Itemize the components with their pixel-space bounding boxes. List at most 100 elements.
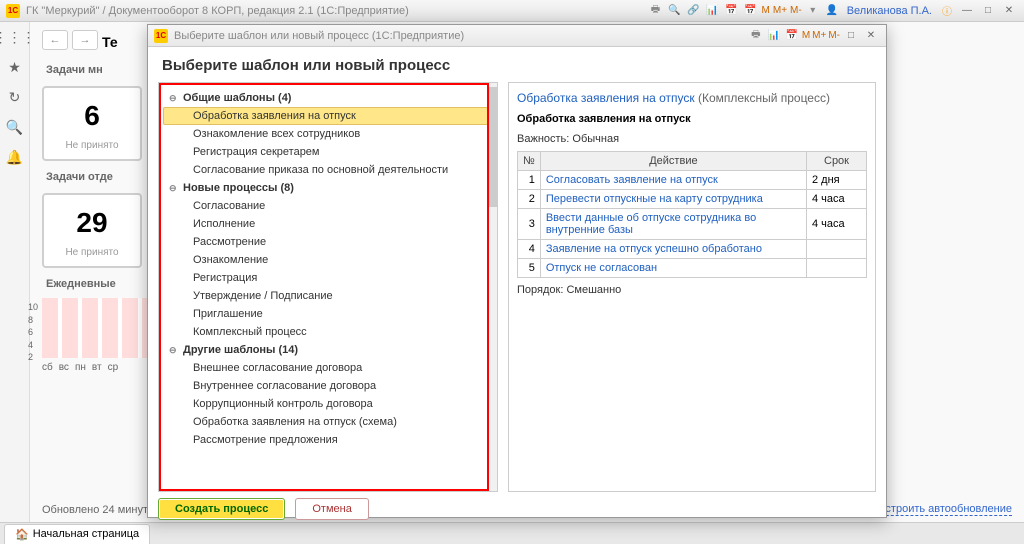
cell-action-link[interactable]: Отпуск не согласован: [540, 259, 806, 278]
minimize-button[interactable]: —: [958, 4, 976, 18]
col-deadline: Срок: [807, 152, 867, 171]
tree-item[interactable]: Внутреннее согласование договора: [163, 377, 493, 395]
collapse-icon: ⊖: [169, 345, 179, 356]
close-button[interactable]: ✕: [1000, 4, 1018, 18]
print-icon[interactable]: 🖶: [648, 3, 664, 19]
template-tree[interactable]: ⊖Общие шаблоны (4)Обработка заявления на…: [159, 83, 497, 491]
cell-deadline: 4 часа: [807, 209, 867, 240]
detail-title-link[interactable]: Обработка заявления на отпуск: [517, 91, 695, 105]
widget1-num: 6: [50, 94, 134, 138]
tree-item[interactable]: Согласование приказа по основной деятель…: [163, 161, 493, 179]
template-picker-dialog: 1C Выберите шаблон или новый процесс (1С…: [147, 24, 887, 518]
cell-deadline: 2 дня: [807, 171, 867, 190]
dialog-zoom-mm[interactable]: M-: [828, 30, 840, 41]
tree-item[interactable]: Рассмотрение предложения: [163, 431, 493, 449]
cell-action-link[interactable]: Ввести данные об отпуске сотрудника во в…: [540, 209, 806, 240]
tree-item[interactable]: Исполнение: [163, 215, 493, 233]
cell-num: 3: [518, 209, 541, 240]
collapse-icon: ⊖: [169, 183, 179, 194]
create-process-button[interactable]: Создать процесс: [158, 498, 285, 520]
zoom-mp[interactable]: M+: [773, 5, 787, 16]
tree-item[interactable]: Регистрация: [163, 269, 493, 287]
col-num: №: [518, 152, 541, 171]
dialog-zoom-m[interactable]: M: [802, 30, 810, 41]
tree-item[interactable]: Ознакомление всех сотрудников: [163, 125, 493, 143]
star-icon[interactable]: ★: [6, 58, 24, 76]
tree-item[interactable]: Рассмотрение: [163, 233, 493, 251]
history-icon[interactable]: ↻: [6, 88, 24, 106]
widget-tasks-mine[interactable]: 6 Не принято: [42, 86, 142, 161]
tree-item[interactable]: Обработка заявления на отпуск: [163, 107, 493, 125]
tree-item[interactable]: Комплексный процесс: [163, 323, 493, 341]
cell-action-link[interactable]: Перевести отпускные на карту сотрудника: [540, 190, 806, 209]
tree-item[interactable]: Коррупционный контроль договора: [163, 395, 493, 413]
tree-item[interactable]: Регистрация секретарем: [163, 143, 493, 161]
cell-num: 5: [518, 259, 541, 278]
tree-group-header[interactable]: ⊖Новые процессы (8): [163, 179, 493, 197]
chart-yaxis: 108642: [28, 302, 38, 362]
main-title: ГК "Меркурий" / Документооборот 8 КОРП, …: [26, 5, 409, 17]
cell-action-link[interactable]: Согласовать заявление на отпуск: [540, 171, 806, 190]
dialog-calendar-icon[interactable]: 📅: [784, 28, 800, 44]
tab-home-label: Начальная страница: [33, 528, 139, 540]
tree-scrollbar[interactable]: [489, 83, 497, 491]
tree-item[interactable]: Обработка заявления на отпуск (схема): [163, 413, 493, 431]
nav-forward-button[interactable]: →: [72, 30, 98, 50]
zoom-m[interactable]: M: [762, 5, 770, 16]
dialog-print-icon[interactable]: 🖶: [748, 28, 764, 44]
left-sidebar: ⋮⋮⋮ ★ ↻ 🔍 🔔: [0, 22, 30, 522]
calendar2-icon[interactable]: 📅: [743, 3, 759, 19]
detail-importance: Важность: Обычная: [517, 133, 867, 145]
widget-tasks-dept[interactable]: 29 Не принято: [42, 193, 142, 268]
detail-title: Обработка заявления на отпуск (Комплексн…: [517, 91, 867, 105]
search-icon[interactable]: 🔍: [667, 3, 683, 19]
main-titlebar: 1C ГК "Меркурий" / Документооборот 8 КОР…: [0, 0, 1024, 22]
user-name[interactable]: Великанова П.А.: [847, 5, 932, 17]
tree-group-header[interactable]: ⊖Другие шаблоны (14): [163, 341, 493, 359]
table-row: 2Перевести отпускные на карту сотрудника…: [518, 190, 867, 209]
table-row: 1Согласовать заявление на отпуск2 дня: [518, 171, 867, 190]
nav-back-button[interactable]: ←: [42, 30, 68, 50]
info-icon[interactable]: ⓘ: [939, 3, 955, 19]
daily-chart: [42, 298, 152, 358]
cancel-button[interactable]: Отмена: [295, 498, 368, 520]
detail-title-suffix: (Комплексный процесс): [698, 91, 830, 105]
cell-deadline: 4 часа: [807, 190, 867, 209]
dialog-calc-icon[interactable]: 📊: [766, 28, 782, 44]
tab-home[interactable]: 🏠 Начальная страница: [4, 524, 150, 544]
cell-num: 1: [518, 171, 541, 190]
widget2-num: 29: [50, 201, 134, 245]
calendar-icon[interactable]: 📅: [724, 3, 740, 19]
bell-icon[interactable]: 🔔: [6, 148, 24, 166]
dialog-maximize-button[interactable]: □: [842, 29, 860, 43]
dialog-zoom-mp[interactable]: M+: [812, 30, 826, 41]
dialog-close-button[interactable]: ✕: [862, 29, 880, 43]
tree-item[interactable]: Согласование: [163, 197, 493, 215]
cell-action-link[interactable]: Заявление на отпуск успешно обработано: [540, 240, 806, 259]
maximize-button[interactable]: □: [979, 4, 997, 18]
app-logo-icon: 1C: [6, 4, 20, 18]
autorefresh-link[interactable]: Настроить автообновление: [871, 503, 1012, 516]
tree-item[interactable]: Ознакомление: [163, 251, 493, 269]
apps-icon[interactable]: ⋮⋮⋮: [6, 28, 24, 46]
search2-icon[interactable]: 🔍: [6, 118, 24, 136]
widget1-sub: Не принято: [50, 138, 134, 153]
template-detail-panel: Обработка заявления на отпуск (Комплексн…: [508, 82, 876, 492]
dialog-footer: Создать процесс Отмена: [148, 492, 886, 526]
calc-icon[interactable]: 📊: [705, 3, 721, 19]
dialog-logo-icon: 1C: [154, 29, 168, 43]
home-icon: 🏠: [15, 528, 29, 541]
template-tree-panel: ⊖Общие шаблоны (4)Обработка заявления на…: [158, 82, 498, 492]
link-icon[interactable]: 🔗: [686, 3, 702, 19]
table-row: 4Заявление на отпуск успешно обработано: [518, 240, 867, 259]
dropdown-icon[interactable]: ▾: [805, 3, 821, 19]
cell-num: 4: [518, 240, 541, 259]
tree-item[interactable]: Внешнее согласование договора: [163, 359, 493, 377]
tree-item[interactable]: Утверждение / Подписание: [163, 287, 493, 305]
tree-item[interactable]: Приглашение: [163, 305, 493, 323]
tree-group-header[interactable]: ⊖Общие шаблоны (4): [163, 89, 493, 107]
zoom-mm[interactable]: M-: [790, 5, 802, 16]
col-action: Действие: [540, 152, 806, 171]
dialog-titlebar-text: Выберите шаблон или новый процесс (1С:Пр…: [174, 30, 464, 42]
table-row: 5Отпуск не согласован: [518, 259, 867, 278]
